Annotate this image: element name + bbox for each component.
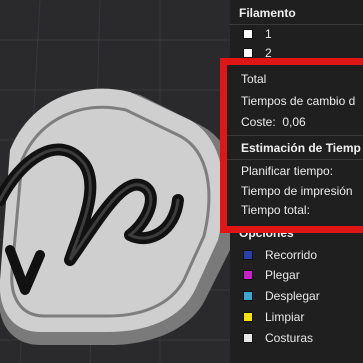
filament-item-label: 1: [265, 27, 272, 41]
color-swatch: [243, 250, 253, 260]
divider: [227, 135, 363, 136]
total-time-label: Tiempo total:: [241, 203, 310, 217]
filament-title: Filamento: [239, 6, 296, 20]
cost-row: Coste: 0,06: [241, 115, 363, 129]
divider: [230, 24, 363, 25]
filament-item-label: 2: [265, 46, 272, 60]
option-item[interactable]: Costuras: [243, 331, 313, 345]
color-swatch: [243, 270, 253, 280]
change-time-label: Tiempos de cambio d: [241, 94, 356, 108]
option-item[interactable]: Desplegar: [243, 289, 320, 303]
option-item[interactable]: Recorrido: [243, 248, 317, 262]
color-swatch: [243, 291, 253, 301]
plan-time-label: Planificar tiempo:: [241, 164, 334, 178]
divider: [227, 159, 363, 160]
option-item-label: Desplegar: [265, 289, 320, 303]
option-item[interactable]: Plegar: [243, 268, 300, 282]
option-item-label: Recorrido: [265, 248, 318, 262]
filament-item[interactable]: 2: [243, 46, 272, 60]
cost-label: Coste:: [241, 115, 276, 129]
option-item-label: Plegar: [265, 268, 300, 282]
estimation-title: Estimación de Tiemp: [241, 141, 361, 155]
color-swatch: [243, 48, 253, 58]
option-item[interactable]: Limpiar: [243, 310, 304, 324]
print-time-label: Tiempo de impresión: [241, 184, 353, 198]
option-item-label: Limpiar: [265, 310, 305, 324]
color-swatch: [243, 29, 253, 39]
color-swatch: [243, 312, 253, 322]
option-item-label: Costuras: [265, 331, 314, 345]
color-swatch: [243, 333, 253, 343]
filament-item[interactable]: 1: [243, 27, 272, 41]
total-label: Total: [241, 72, 267, 86]
cost-value: 0,06: [282, 115, 306, 129]
options-title: Opciones: [239, 226, 294, 240]
